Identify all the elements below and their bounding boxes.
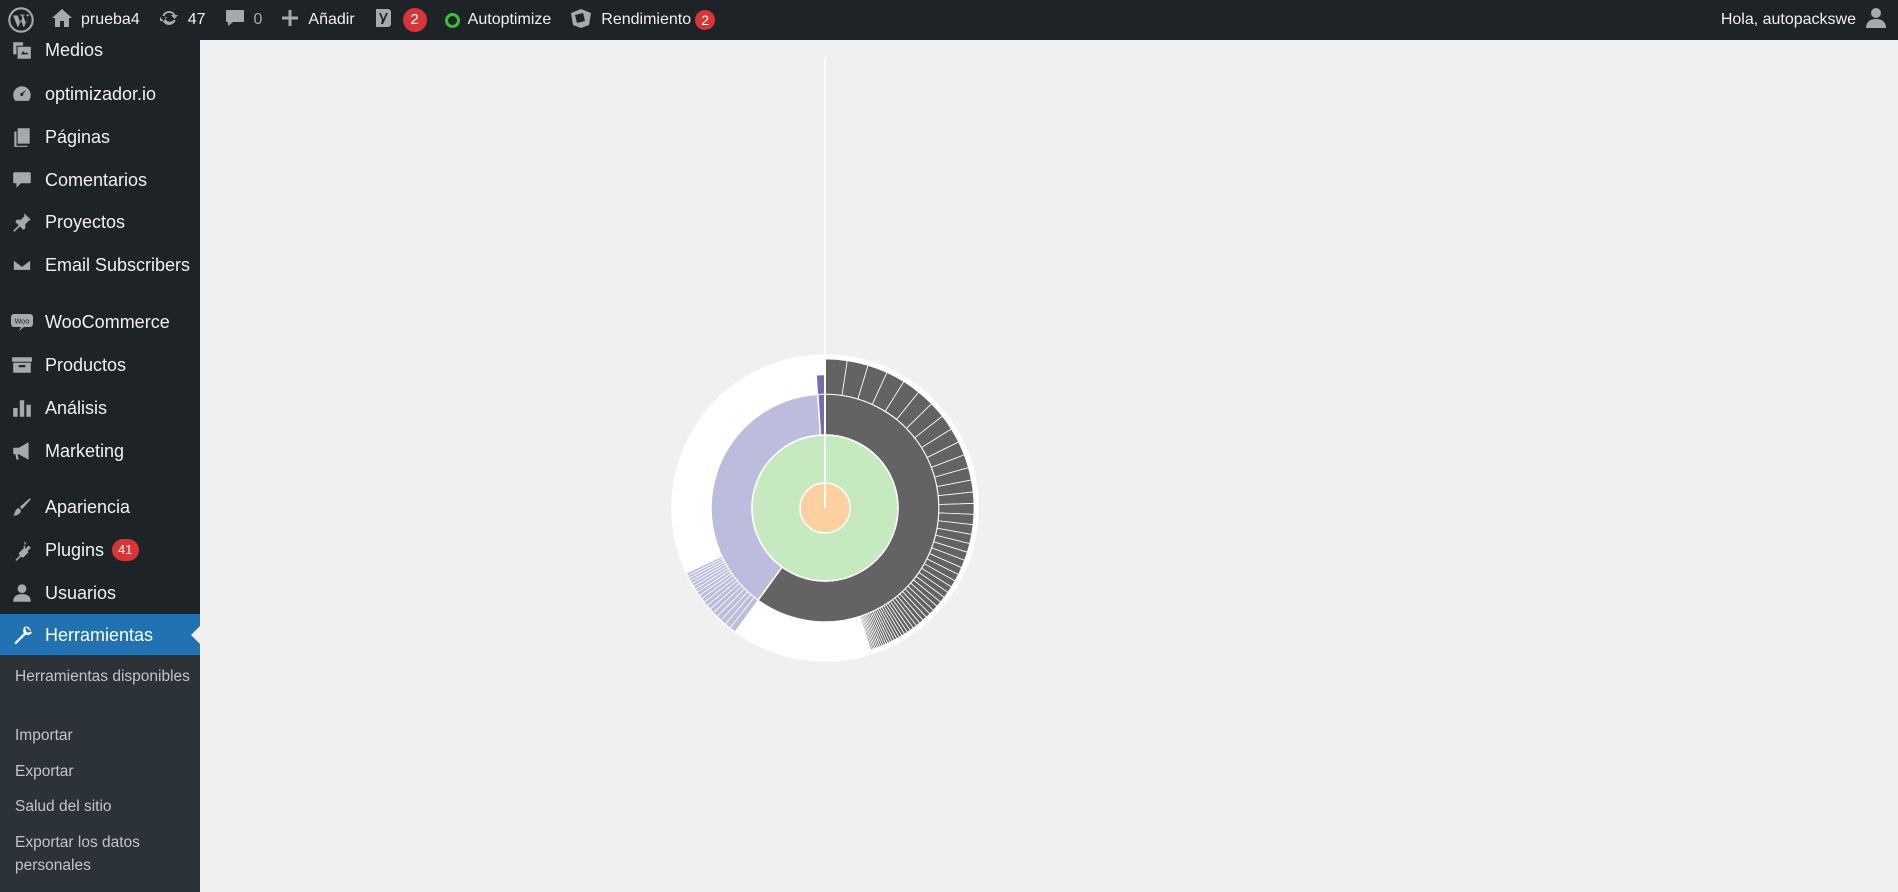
greeting: Hola, autopackswe [1720, 11, 1856, 28]
sunburst-chart [671, 58, 979, 662]
active-menu-arrow [191, 626, 200, 644]
sidebar-item-label: Análisis [45, 397, 108, 418]
autoptimize-status-icon [444, 12, 460, 28]
comments-count: 0 [253, 11, 263, 28]
sidebar-item-label: Medios [45, 40, 104, 60]
autoptimize-link[interactable]: Autoptimize [436, 0, 561, 40]
plus-icon [280, 8, 300, 33]
svg-text:Woo: Woo [14, 318, 29, 326]
submenu-item-salud-del-sitio[interactable]: Salud del sitio [15, 795, 190, 818]
sidebar-item-label: Proyectos [45, 211, 126, 232]
home-icon [51, 8, 73, 33]
sidebar-item-label: WooCommerce [45, 311, 170, 332]
sidebar-item-optimizador[interactable]: optimizador.io [0, 74, 200, 114]
pin-icon [10, 210, 34, 234]
user-avatar-icon [1866, 7, 1886, 34]
yoast-icon [373, 6, 395, 35]
performance-link[interactable]: Rendimiento 2 [560, 0, 724, 40]
submenu-item-exportar[interactable]: Exportar [15, 760, 190, 783]
comments-link[interactable]: 0 [215, 0, 272, 40]
submenu-item-importar[interactable]: Importar [15, 724, 190, 747]
pages-icon [10, 125, 34, 149]
sidebar-item-label: Productos [45, 354, 127, 375]
sidebar-item-label: Comentarios [45, 169, 148, 190]
dashboard-gauge-icon [10, 82, 34, 106]
woocommerce-icon: Woo [10, 310, 34, 334]
site-name-link[interactable]: prueba4 [42, 0, 149, 40]
sidebar-item-usuarios[interactable]: Usuarios [0, 573, 200, 613]
updates-count: 47 [187, 11, 206, 28]
archive-icon [10, 353, 34, 377]
comments-icon [10, 168, 34, 192]
sidebar-item-herramientas[interactable]: Herramientas [0, 614, 200, 656]
sidebar-item-label: Herramientas [45, 624, 154, 645]
new-label: Añadir [308, 11, 355, 28]
wrench-icon [10, 623, 34, 647]
new-content-link[interactable]: Añadir [271, 0, 363, 40]
sidebar-item-label: Plugins [45, 539, 105, 560]
sidebar-item-paginas[interactable]: Páginas [0, 117, 200, 157]
submenu-item-exportar-datos-personales[interactable]: Exportar los datos personales [15, 831, 190, 877]
bar-chart-icon [10, 396, 34, 420]
yoast-link[interactable]: 2 [364, 0, 436, 40]
submenu-item-herramientas-disponibles[interactable]: Herramientas disponibles [15, 665, 190, 688]
performance-badge: 2 [695, 10, 716, 30]
autoptimize-label: Autoptimize [467, 11, 552, 28]
media-icon [10, 40, 34, 62]
users-icon [10, 581, 34, 605]
updates-link[interactable]: 47 [149, 0, 215, 40]
performance-box-icon [569, 7, 593, 34]
sunburst-segment-level3 [816, 374, 826, 395]
sunburst-rings [671, 58, 979, 662]
sidebar-item-analisis[interactable]: Análisis [0, 388, 200, 428]
sidebar-item-label: Marketing [45, 440, 125, 461]
email-icon [10, 253, 34, 277]
plugins-update-badge: 41 [112, 539, 139, 561]
sidebar-item-marketing[interactable]: Marketing [0, 431, 200, 471]
yoast-badge: 2 [402, 8, 427, 32]
sidebar-item-label: Email Subscribers [45, 254, 191, 275]
site-name: prueba4 [81, 11, 140, 28]
megaphone-icon [10, 439, 34, 463]
admin-sidebar: Medios optimizador.io Páginas Comentario… [0, 40, 200, 892]
admin-bar: prueba4 47 0 Añadir 2 Autoptimize Rendim… [0, 0, 1898, 40]
sidebar-item-proyectos[interactable]: Proyectos [0, 202, 200, 242]
sidebar-item-label: Apariencia [45, 496, 131, 517]
sidebar-item-plugins[interactable]: Plugins 41 [0, 530, 200, 570]
sidebar-item-productos[interactable]: Productos [0, 345, 200, 385]
sidebar-item-medios[interactable]: Medios [0, 40, 200, 70]
refresh-icon [158, 8, 180, 33]
sidebar-item-woocommerce[interactable]: Woo WooCommerce [0, 302, 200, 342]
performance-label: Rendimiento [601, 11, 692, 28]
sidebar-item-comentarios[interactable]: Comentarios [0, 160, 200, 200]
sidebar-item-apariencia[interactable]: Apariencia [0, 487, 200, 527]
sidebar-item-label: Usuarios [45, 582, 117, 603]
sidebar-item-email-subscribers[interactable]: Email Subscribers [0, 245, 200, 285]
my-account[interactable]: Hola, autopackswe [1721, 0, 1898, 40]
wordpress-logo-icon[interactable] [0, 0, 42, 40]
sidebar-item-label: optimizador.io [45, 83, 157, 104]
tools-submenu: Herramientas disponibles Importar Export… [0, 655, 200, 892]
plugin-icon [10, 538, 34, 562]
paintbrush-icon [10, 495, 34, 519]
comment-bubble-icon [224, 8, 246, 33]
sidebar-item-label: Páginas [45, 126, 111, 147]
